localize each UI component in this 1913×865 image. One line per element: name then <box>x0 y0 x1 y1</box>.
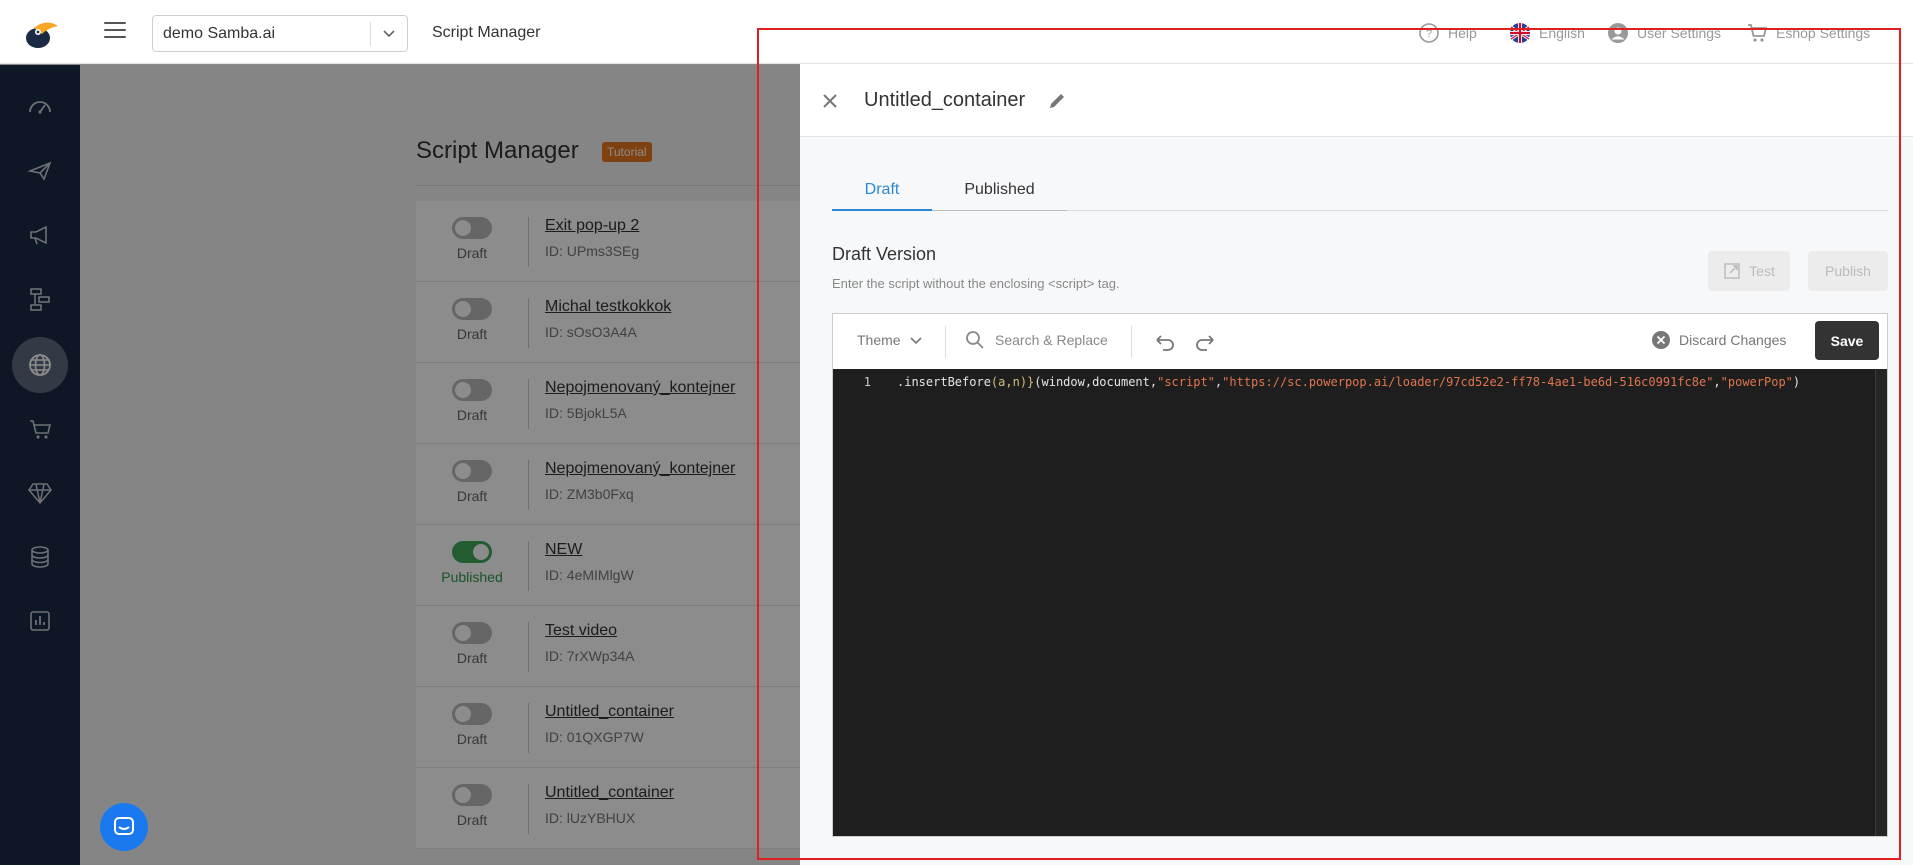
code-token-call-close: ) <box>1792 375 1801 389</box>
drawer-header: Untitled_container <box>800 65 1913 137</box>
user-avatar-icon <box>1608 23 1628 43</box>
search-replace-label: Search & Replace <box>995 332 1108 348</box>
version-tabs: Draft Published <box>832 175 1888 211</box>
language-selector[interactable]: English <box>1509 22 1585 44</box>
tab-published[interactable]: Published <box>932 175 1067 211</box>
redo-icon[interactable] <box>1193 330 1217 354</box>
open-external-icon <box>1724 263 1740 279</box>
discard-changes-button[interactable]: Discard Changes <box>1651 330 1786 350</box>
samba-logo[interactable] <box>20 16 60 50</box>
page-title: Script Manager <box>432 24 541 41</box>
code-token-string: "script" <box>1157 375 1215 389</box>
editor-toolbar: Theme Search & Replace Discard Changes S… <box>833 314 1887 369</box>
undo-icon[interactable] <box>1153 330 1177 354</box>
line-number: 1 <box>863 375 871 389</box>
theme-dropdown[interactable]: Theme <box>857 332 923 348</box>
tab-draft[interactable]: Draft <box>832 175 932 211</box>
menu-hamburger-icon[interactable] <box>104 22 126 42</box>
cart-icon <box>1748 24 1768 42</box>
draft-version-title: Draft Version <box>832 244 937 264</box>
code-token-string: "powerPop" <box>1720 375 1793 389</box>
help-label: Help <box>1448 25 1477 41</box>
toolbar-divider <box>1131 326 1132 358</box>
code-token-method: .insertBefore <box>897 375 991 389</box>
code-editor: Theme Search & Replace Discard Changes S… <box>832 313 1888 837</box>
chat-icon <box>114 817 134 835</box>
code-token-comma: , <box>1713 375 1721 389</box>
user-settings-link[interactable]: User Settings <box>1607 22 1721 44</box>
search-icon <box>966 331 984 349</box>
eshop-settings-link[interactable]: Eshop Settings <box>1746 22 1870 44</box>
script-editor-drawer: Untitled_container Draft Published Draft… <box>800 65 1913 865</box>
help-link[interactable]: ? Help <box>1418 22 1477 44</box>
editor-scrollbar[interactable] <box>1875 369 1887 836</box>
code-area[interactable]: 1 .insertBefore(a,n)}(window,document,"s… <box>833 369 1887 836</box>
save-button[interactable]: Save <box>1815 321 1879 360</box>
chevron-down-icon <box>383 30 395 38</box>
toolbar-divider <box>945 326 946 358</box>
discard-changes-label: Discard Changes <box>1679 332 1787 348</box>
test-label: Test <box>1749 263 1775 279</box>
close-circle-icon <box>1652 331 1670 349</box>
edit-pencil-icon[interactable] <box>1046 90 1068 112</box>
uk-flag-icon <box>1510 23 1530 43</box>
top-header: demo Samba.ai Script Manager ? Help Engl… <box>0 0 1913 64</box>
search-replace-button[interactable]: Search & Replace <box>965 330 1108 350</box>
chat-button[interactable] <box>100 803 148 851</box>
theme-label: Theme <box>857 332 901 348</box>
publish-button[interactable]: Publish <box>1808 251 1888 291</box>
code-token-args: (a,n) <box>990 375 1028 389</box>
draft-version-subtitle: Enter the script without the enclosing <… <box>832 276 1120 291</box>
drawer-title: Untitled_container <box>864 89 1026 111</box>
svg-text:?: ? <box>1426 28 1432 40</box>
code-token-call-open: (window,document, <box>1034 375 1158 389</box>
shop-select[interactable]: demo Samba.ai <box>152 15 408 52</box>
close-icon[interactable] <box>818 89 842 113</box>
select-divider <box>370 22 371 46</box>
code-token-url: "https://sc.powerpop.ai/loader/97cd52e2-… <box>1222 375 1714 389</box>
test-button[interactable]: Test <box>1708 251 1790 291</box>
modal-backdrop[interactable] <box>0 64 800 865</box>
eshop-settings-label: Eshop Settings <box>1776 25 1871 41</box>
shop-select-value: demo Samba.ai <box>163 25 276 42</box>
user-settings-label: User Settings <box>1637 25 1722 41</box>
help-icon: ? <box>1419 23 1439 43</box>
code-line: .insertBefore(a,n)}(window,document,"scr… <box>897 375 1800 389</box>
chevron-down-icon <box>910 337 922 345</box>
language-label: English <box>1539 25 1585 41</box>
